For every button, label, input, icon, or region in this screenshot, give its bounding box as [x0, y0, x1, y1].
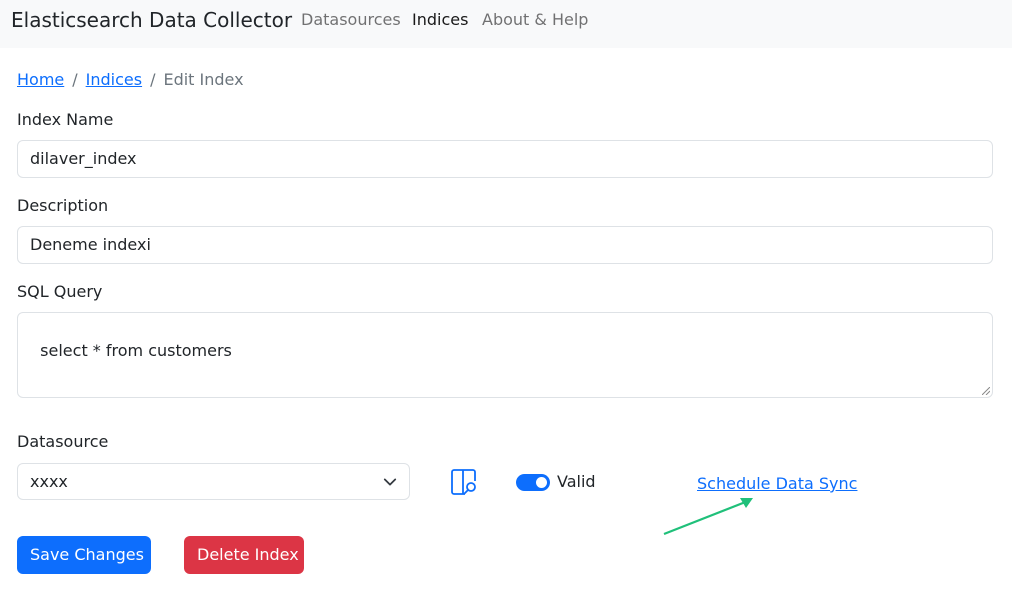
navbar: Elasticsearch Data Collector Datasources… [0, 0, 1012, 48]
panel-search-icon[interactable] [449, 467, 479, 497]
breadcrumb-current: Edit Index [163, 70, 244, 89]
arrow-icon [663, 498, 753, 536]
datasource-selected-value: xxxx [30, 472, 68, 491]
save-changes-button[interactable]: Save Changes [17, 536, 151, 574]
brand[interactable]: Elasticsearch Data Collector [11, 8, 292, 32]
toggle-knob [536, 477, 547, 488]
breadcrumb-indices[interactable]: Indices [86, 70, 142, 89]
chevron-down-icon [383, 478, 397, 486]
sql-query-textarea[interactable]: select * from customers [17, 312, 993, 398]
nav-link-indices[interactable]: Indices [412, 10, 468, 30]
breadcrumb-separator: / [150, 70, 156, 89]
description-label: Description [17, 196, 109, 215]
breadcrumb: Home / Indices / Edit Index [17, 70, 244, 90]
datasource-label: Datasource [17, 432, 109, 451]
sql-query-text: select * from customers [40, 341, 232, 360]
datasource-select[interactable]: xxxx [17, 463, 410, 500]
nav-link-about-help[interactable]: About & Help [482, 10, 588, 30]
nav-link-datasources[interactable]: Datasources [301, 10, 401, 30]
breadcrumb-home[interactable]: Home [17, 70, 64, 89]
breadcrumb-separator: / [72, 70, 78, 89]
schedule-data-sync-link[interactable]: Schedule Data Sync [697, 474, 857, 494]
index-name-input[interactable]: dilaver_index [17, 140, 993, 178]
index-name-label: Index Name [17, 110, 114, 129]
sql-query-label: SQL Query [17, 282, 103, 301]
valid-label: Valid [557, 472, 596, 491]
description-input[interactable]: Deneme indexi [17, 226, 993, 264]
delete-index-button[interactable]: Delete Index [184, 536, 304, 574]
valid-toggle[interactable] [516, 474, 550, 491]
resize-grip-icon[interactable] [982, 387, 990, 395]
